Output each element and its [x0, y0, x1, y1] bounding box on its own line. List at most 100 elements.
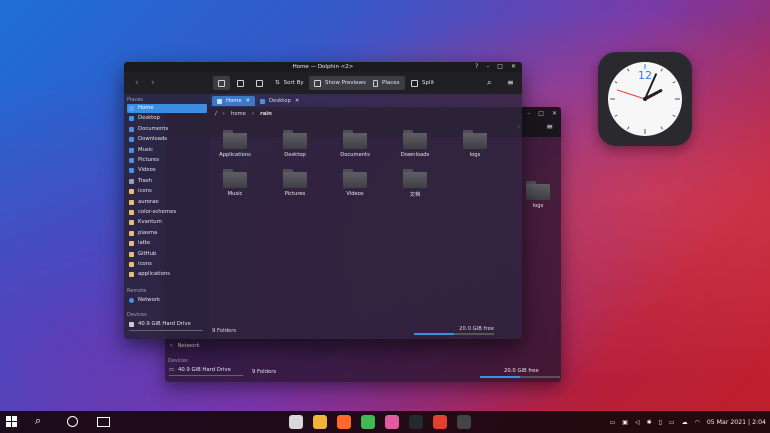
sidebar-item-label: Videos [138, 167, 156, 174]
sidebar-item-icons[interactable]: icons [127, 187, 207, 196]
clipboard-icon[interactable]: ▣ [622, 419, 628, 426]
minimize-button[interactable]: – [486, 62, 489, 72]
volume-icon[interactable]: ◁ [635, 419, 640, 426]
tab-close-icon[interactable]: ✕ [246, 96, 250, 106]
taskbar-app-phone[interactable] [361, 415, 375, 429]
search-button[interactable]: ⌕ [482, 76, 496, 90]
tab-home[interactable]: Home ✕ [212, 96, 256, 106]
places-button[interactable]: Places [368, 76, 405, 90]
drive-icon [129, 322, 134, 327]
dolphin-window[interactable]: Home — Dolphin <2> ? – □ ✕ ‹ › ⇅ Sort By … [124, 62, 522, 339]
sidebar-item-hard-drive[interactable]: 40.9 GiB Hard Drive [127, 320, 207, 329]
details-view-button[interactable] [251, 76, 268, 90]
task-view-icon[interactable] [97, 417, 110, 427]
file-item[interactable]: Pictures [275, 169, 315, 197]
sidebar-item-aurorae[interactable]: aurorae [127, 198, 207, 207]
sidebar-item-label: latte [138, 240, 151, 247]
sidebar-item-network[interactable]: Network [127, 296, 207, 305]
sidebar-item-kvantum[interactable]: Kvantum [127, 218, 207, 227]
search-icon[interactable]: ⌕ [35, 414, 41, 428]
folder-icon [129, 272, 134, 278]
file-view[interactable]: Applications Desktop Documents Downloads log… [210, 120, 522, 325]
sidebar-item-trash[interactable]: Trash [127, 177, 207, 186]
background-window-controls[interactable]: – □ ✕ [527, 110, 557, 117]
taskbar-app-inkscape[interactable] [457, 415, 471, 429]
sidebar-item-desktop[interactable]: Desktop [127, 114, 207, 123]
file-item[interactable]: Documents [335, 130, 375, 158]
folder-count: 9 Folders [252, 369, 277, 375]
taskbar-app-store[interactable] [385, 415, 399, 429]
file-item[interactable]: 文档 [395, 169, 435, 198]
file-item[interactable]: Music [215, 169, 255, 197]
tab-label: Home [226, 98, 242, 104]
file-item[interactable]: logs [455, 130, 495, 158]
background-drive-item[interactable]: ▭ 40.9 GiB Hard Drive [169, 367, 231, 373]
devices-icon[interactable]: ▭ [669, 419, 675, 426]
battery-icon[interactable]: ▯ [659, 419, 662, 426]
taskbar-app-github[interactable] [409, 415, 423, 429]
file-item-label: Downloads [400, 152, 430, 158]
sidebar-item-github[interactable]: GitHub [127, 250, 207, 259]
close-button[interactable]: ✕ [511, 62, 516, 72]
file-item[interactable]: Desktop [275, 130, 315, 158]
breadcrumb-home[interactable]: home [231, 111, 246, 117]
start-menu-button[interactable] [6, 416, 17, 427]
folder-icon [463, 130, 487, 149]
back-button[interactable]: ‹ [130, 76, 144, 90]
bluetooth-icon[interactable]: ✱ [647, 419, 652, 426]
background-network-item[interactable]: ✦ Network [169, 343, 200, 349]
sidebar-item-label: Kvantum [138, 219, 162, 226]
taskbar-app-music[interactable] [433, 415, 447, 429]
assistant-icon[interactable] [67, 416, 78, 427]
sidebar-item-documents[interactable]: Documents [127, 125, 207, 134]
notification-icon[interactable]: ▭ [610, 419, 616, 426]
cloud-icon[interactable]: ☁ [682, 419, 688, 426]
sidebar-item-home[interactable]: Home [127, 104, 207, 113]
sidebar-item-icons[interactable]: icons [127, 260, 207, 269]
sort-by-button[interactable]: ⇅ Sort By [270, 76, 309, 90]
icons-view-button[interactable] [213, 76, 230, 90]
taskbar-app-firefox[interactable] [337, 415, 351, 429]
sidebar-item-applications[interactable]: applications [127, 270, 207, 279]
sidebar-item-latte[interactable]: latte [127, 239, 207, 248]
hamburger-menu-icon[interactable]: ≡ [546, 122, 553, 131]
file-item[interactable]: Applications [215, 130, 255, 158]
network-label: Network [177, 343, 200, 349]
tab-label: Desktop [269, 98, 291, 104]
sidebar-item-plasma[interactable]: plasma [127, 229, 207, 238]
breadcrumb-rain[interactable]: rain [260, 111, 272, 117]
system-tray: ▭ ▣ ◁ ✱ ▯ ▭ ☁ ◠ 05 Mar 2021 | 2:04 [610, 411, 770, 433]
analog-clock-widget[interactable]: 12 [598, 52, 692, 146]
maximize-button[interactable]: □ [497, 62, 503, 72]
file-item[interactable]: Downloads [395, 130, 435, 158]
file-item[interactable]: Videos [335, 169, 375, 197]
menu-button[interactable]: ≡ [502, 76, 519, 90]
sidebar-item-downloads[interactable]: Downloads [127, 135, 207, 144]
date-time[interactable]: 05 Mar 2021 | 2:04 [707, 419, 766, 426]
taskbar-app-files[interactable] [313, 415, 327, 429]
forward-button[interactable]: › [146, 76, 160, 90]
folder-icon [403, 130, 427, 149]
compact-view-button[interactable] [232, 76, 249, 90]
wifi-icon[interactable]: ◠ [695, 419, 700, 426]
drive-usage-bar [129, 330, 203, 331]
sidebar-item-music[interactable]: Music [127, 146, 207, 155]
remote-heading: Remote [127, 288, 147, 294]
window-titlebar[interactable]: Home — Dolphin <2> ? – □ ✕ [124, 62, 522, 72]
tab-desktop[interactable]: Desktop ✕ [255, 96, 304, 106]
breadcrumb-root[interactable]: / [215, 111, 217, 117]
help-button[interactable]: ? [475, 62, 478, 72]
compact-view-icon [237, 79, 244, 87]
taskbar: ⌕ ▭ ▣ ◁ ✱ ▯ ▭ ☁ ◠ 05 Mar 2021 | 2:04 [0, 411, 770, 433]
split-button[interactable]: Split [406, 76, 439, 90]
background-folder-logs[interactable]: logs [518, 181, 558, 209]
taskbar-app-settings[interactable] [289, 415, 303, 429]
file-item-label: Desktop [284, 152, 306, 158]
folder-icon [129, 210, 134, 215]
tab-close-icon[interactable]: ✕ [295, 96, 299, 106]
sidebar-item-videos[interactable]: Videos [127, 166, 207, 175]
folder-icon [343, 130, 367, 149]
sidebar-item-color-schemes[interactable]: color-schemes [127, 208, 207, 217]
sidebar-item-pictures[interactable]: Pictures [127, 156, 207, 165]
show-previews-button[interactable]: Show Previews [309, 76, 371, 90]
